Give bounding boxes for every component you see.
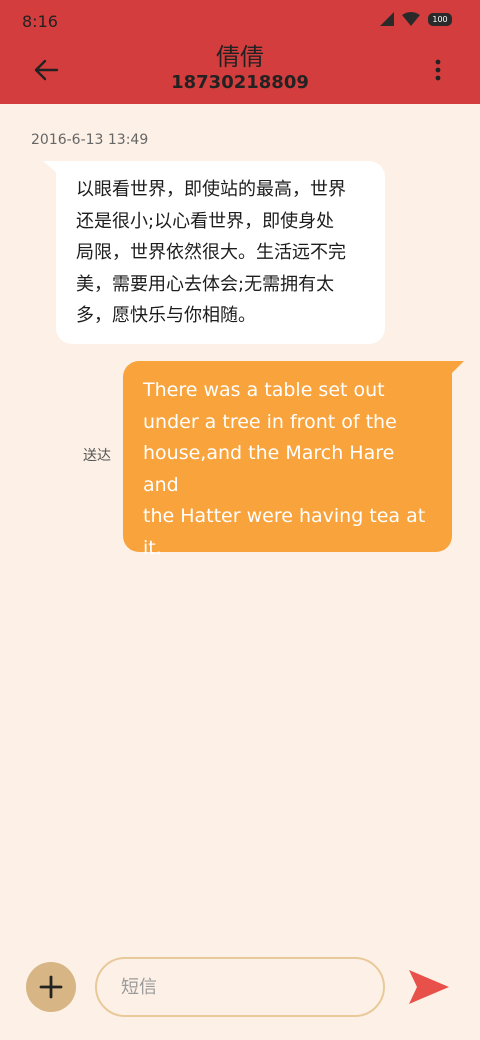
more-options-button[interactable] xyxy=(426,52,450,88)
send-icon xyxy=(409,970,449,1004)
contact-title: 倩倩 18730218809 xyxy=(0,42,480,94)
incoming-message-line: 局限，世界依然很大。生活远不完 xyxy=(76,242,346,263)
outgoing-message-line: house,and the March Hare and xyxy=(143,442,395,496)
contact-number: 18730218809 xyxy=(171,72,309,93)
sms-input[interactable] xyxy=(95,957,385,1017)
outgoing-bubble-tail xyxy=(452,361,464,373)
outgoing-message-line: it. xyxy=(143,536,162,559)
status-bar: 8:16 100 xyxy=(0,0,480,40)
app-header: 8:16 100 倩倩 18730218809 xyxy=(0,0,480,104)
outgoing-message-bubble[interactable]: There was a table set out under a tree i… xyxy=(123,361,452,559)
message-timestamp: 2016-6-13 13:49 xyxy=(31,132,149,148)
status-icons: 100 xyxy=(380,12,452,26)
outgoing-message-line: the Hatter were having tea at xyxy=(143,505,426,527)
incoming-message-bubble[interactable]: 以眼看世界，即使站的最高，世界 还是很小;以心看世界，即使身处 局限，世界依然很… xyxy=(56,161,385,344)
incoming-message-line: 以眼看世界，即使站的最高，世界 xyxy=(76,179,346,200)
outgoing-message-line: under a tree in front of the xyxy=(143,410,397,433)
status-time: 8:16 xyxy=(22,12,58,31)
signal-icon xyxy=(380,12,394,26)
outgoing-message-line: There was a table set out xyxy=(143,379,385,401)
incoming-message-line: 还是很小;以心看世界，即使身处 xyxy=(76,210,335,232)
delivery-status: 送达 xyxy=(83,448,111,464)
incoming-message-line: 美，需要用心去体会;无需拥有太 xyxy=(76,273,335,295)
battery-icon: 100 xyxy=(428,12,452,26)
send-button[interactable] xyxy=(406,965,452,1009)
more-vertical-icon xyxy=(435,59,441,81)
contact-name: 倩倩 xyxy=(216,43,264,71)
incoming-message-line: 多，愿快乐与你相随。 xyxy=(76,305,256,326)
plus-icon xyxy=(39,975,63,999)
wifi-icon xyxy=(402,12,420,26)
add-attachment-button[interactable] xyxy=(26,962,76,1012)
incoming-bubble-tail xyxy=(43,161,57,173)
